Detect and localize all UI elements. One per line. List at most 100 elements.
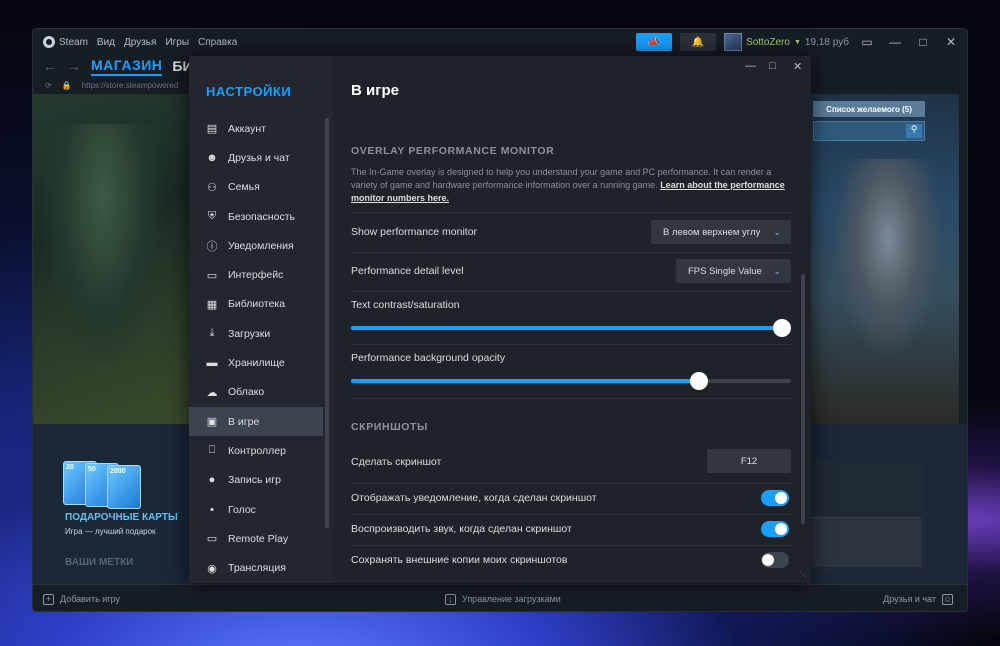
back-arrow-icon[interactable]: ← xyxy=(43,58,57,74)
sidebar-item[interactable]: ⛨ Безопасность xyxy=(189,202,323,231)
sidebar-item[interactable]: ⓘ Уведомления xyxy=(189,231,323,260)
sidebar-item-label: Безопасность xyxy=(228,210,295,223)
sidebar-item[interactable]: • Голос xyxy=(189,495,323,524)
add-game-button[interactable]: + Добавить игру xyxy=(43,593,120,605)
friends-menu[interactable]: Друзья xyxy=(124,37,156,48)
resize-grip-icon[interactable]: ⋱ xyxy=(799,570,807,579)
menu-bar: Steam Вид Друзья Игры Справка xyxy=(43,36,237,48)
divider xyxy=(351,252,791,253)
account-card-icon: ▤ xyxy=(206,123,218,136)
sidebar-scrollbar[interactable] xyxy=(325,118,329,528)
sidebar-item[interactable]: ☁ Облако xyxy=(189,378,323,407)
close-button[interactable]: ✕ xyxy=(941,35,961,49)
maximize-button[interactable]: □ xyxy=(769,60,776,72)
sidebar-item-label: Загрузки xyxy=(228,327,271,340)
sidebar-item[interactable]: ● Запись игр xyxy=(189,466,323,495)
steam-menu[interactable]: Steam xyxy=(43,36,88,48)
opacity-label: Performance background opacity xyxy=(351,352,506,364)
help-menu[interactable]: Справка xyxy=(198,37,237,48)
settings-sidebar: НАСТРОЙКИ ▤ Аккаунт ☻ Друзья и чат ⚇ Семья ⛨ Бе… xyxy=(189,56,333,583)
search-icon[interactable]: ⚲ xyxy=(906,124,922,138)
user-menu[interactable]: SottoZero ▼ 19,18 руб xyxy=(724,33,849,51)
sidebar-item[interactable]: ▦ Библиотека xyxy=(189,290,323,319)
thumbnail-screenshot xyxy=(811,517,921,567)
gift-cards-image[interactable]: 20 50 2000 xyxy=(63,459,153,509)
manage-downloads-button[interactable]: ↓ Управление загрузками xyxy=(445,593,561,605)
sound-screenshot-label: Воспроизводить звук, когда сделан скринш… xyxy=(351,523,572,535)
sound-screenshot-toggle[interactable] xyxy=(761,521,789,537)
sidebar-item-label: В игре xyxy=(228,415,260,428)
forward-arrow-icon[interactable]: → xyxy=(67,58,81,74)
sidebar-item[interactable]: ▭ Remote Play xyxy=(189,524,323,553)
maximize-button[interactable]: □ xyxy=(913,35,933,49)
screenshots-section-header: СКРИНШОТЫ xyxy=(351,421,428,433)
external-copies-toggle[interactable] xyxy=(761,552,789,568)
contrast-slider[interactable] xyxy=(351,319,792,337)
settings-nav-list: ▤ Аккаунт ☻ Друзья и чат ⚇ Семья ⛨ Безопасность… xyxy=(189,114,323,583)
friends-chat-button[interactable]: Друзья и чат ☺ xyxy=(883,593,953,605)
steam-logo-icon xyxy=(43,36,55,48)
sidebar-item[interactable]: ▤ Аккаунт xyxy=(189,114,323,143)
notify-screenshot-toggle[interactable] xyxy=(761,490,789,506)
minimize-button[interactable]: — xyxy=(885,35,905,49)
screenshot-key-button[interactable]: F12 xyxy=(707,449,791,473)
sidebar-item[interactable]: ⎕ Контроллер xyxy=(189,436,323,465)
detail-level-dropdown[interactable]: FPS Single Value ⌄ xyxy=(676,259,791,283)
close-button[interactable]: ✕ xyxy=(793,60,802,73)
url-text[interactable]: https://store.steampowered xyxy=(82,81,179,90)
microphone-icon: • xyxy=(210,503,214,516)
games-menu[interactable]: Игры xyxy=(165,37,189,48)
sidebar-item[interactable]: ▬ Хранилище xyxy=(189,348,323,377)
sidebar-item-label: Библиотека xyxy=(228,298,286,311)
minimize-button[interactable]: — xyxy=(745,60,756,72)
view-menu[interactable]: Вид xyxy=(97,37,115,48)
opacity-slider-handle[interactable] xyxy=(689,372,708,390)
reload-icon[interactable]: ⟳ xyxy=(45,81,52,90)
store-search-input[interactable]: ⚲ xyxy=(813,121,925,141)
avatar xyxy=(724,33,743,51)
username: SottoZero xyxy=(746,36,790,48)
notifications-button[interactable]: 🔔 xyxy=(680,33,717,51)
sidebar-item[interactable]: ▣ В игре xyxy=(189,406,323,437)
gamepad-icon: ⎕ xyxy=(208,444,216,457)
bell-icon: 🔔 xyxy=(691,36,705,48)
sidebar-item[interactable]: ☻ Друзья и чат xyxy=(189,143,323,172)
monitor-icon: ▭ xyxy=(206,269,218,282)
game-thumbnail[interactable] xyxy=(805,461,925,573)
gift-cards-subtitle: Игра — лучший подарок xyxy=(65,527,156,536)
contrast-slider-fill xyxy=(351,326,783,330)
cloud-icon: ☁ xyxy=(206,386,218,399)
detail-level-label: Performance detail level xyxy=(351,265,464,277)
lock-icon: 🔒 xyxy=(61,80,72,90)
nav-store-tab[interactable]: МАГАЗИН xyxy=(91,57,163,76)
titlebar: Steam Вид Друзья Игры Справка 📣 🔔 SottoZ… xyxy=(33,29,967,55)
steam-menu-label: Steam xyxy=(59,36,88,48)
sidebar-item[interactable]: ⚇ Семья xyxy=(189,173,323,202)
grid-icon: ▦ xyxy=(206,298,218,311)
overlay-section-header: OVERLAY PERFORMANCE MONITOR xyxy=(351,145,555,157)
opacity-slider[interactable] xyxy=(351,372,791,390)
wishlist-button[interactable]: Список желаемого (5) xyxy=(813,101,925,117)
show-monitor-value: В левом верхнем углу xyxy=(663,226,761,238)
gift-cards-title[interactable]: ПОДАРОЧНЫЕ КАРТЫ xyxy=(65,512,178,523)
announcements-button[interactable]: 📣 xyxy=(636,33,673,51)
big-picture-icon[interactable]: ▭ xyxy=(857,35,877,49)
sidebar-item[interactable]: ◉ Трансляция xyxy=(189,553,323,582)
sidebar-item-label: Аккаунт xyxy=(228,122,267,135)
gift-card-value: 2000 xyxy=(110,468,126,475)
wallet-balance: 19,18 руб xyxy=(804,36,849,48)
toggle-knob xyxy=(775,492,787,504)
sidebar-item[interactable]: ▭ Интерфейс xyxy=(189,260,323,289)
main-scrollbar[interactable] xyxy=(801,274,805,524)
contrast-label: Text contrast/saturation xyxy=(351,299,460,311)
toggle-knob xyxy=(775,523,787,535)
contrast-slider-handle[interactable] xyxy=(773,319,792,337)
divider xyxy=(351,344,791,345)
download-icon: ↓ xyxy=(445,593,456,605)
detail-level-value: FPS Single Value xyxy=(688,265,762,277)
sidebar-item-label: Голос xyxy=(228,503,256,516)
show-monitor-dropdown[interactable]: В левом верхнем углу ⌄ xyxy=(651,220,791,244)
friends-icon: ☺ xyxy=(942,593,953,605)
sidebar-item-label: Интерфейс xyxy=(228,269,284,282)
sidebar-item[interactable]: ⤓ Загрузки xyxy=(189,319,323,348)
